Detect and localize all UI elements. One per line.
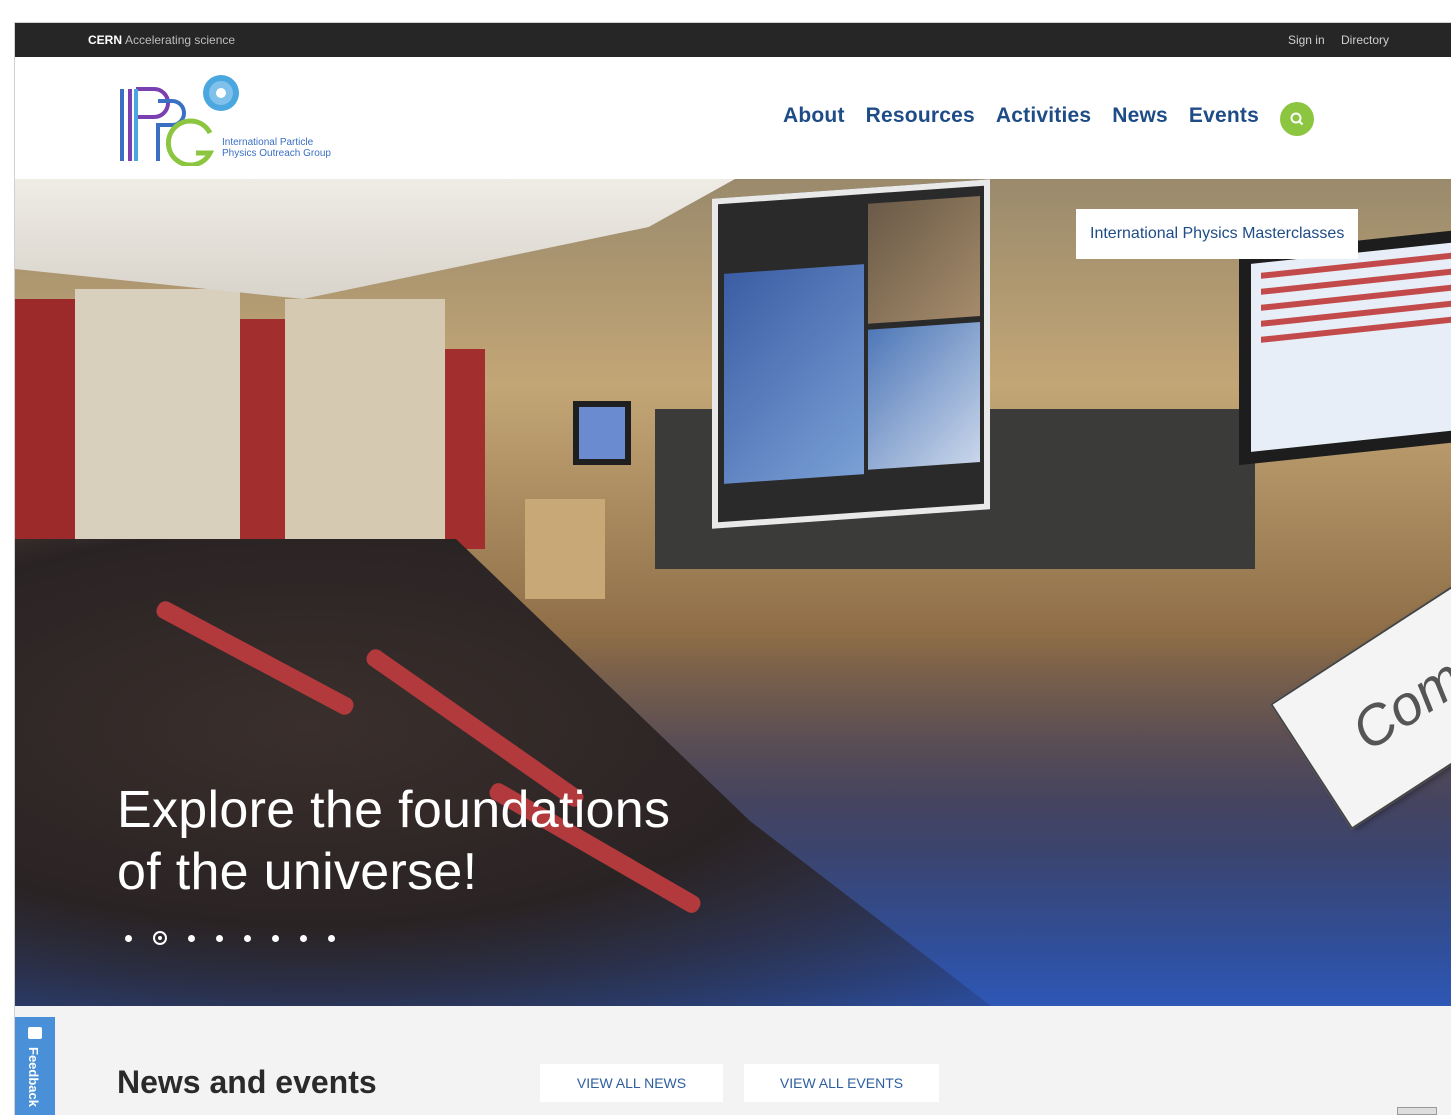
ippog-logo[interactable]: International Particle Physics Outreach … <box>115 71 355 168</box>
coming-soon-text: Comin <box>1340 621 1451 763</box>
photo-podium <box>525 499 605 599</box>
view-all-events-button[interactable]: VIEW ALL EVENTS <box>744 1064 939 1102</box>
monitor-screen <box>1251 240 1451 452</box>
main-nav: About Resources Activities News Events <box>783 104 1259 128</box>
photo-monitor <box>1239 228 1451 466</box>
screen-pane <box>724 264 864 484</box>
nav-about[interactable]: About <box>783 104 845 128</box>
screen-pane <box>868 195 980 324</box>
site-header: International Particle Physics Outreach … <box>15 57 1451 179</box>
feedback-tab[interactable]: Feedback <box>15 1017 55 1115</box>
nav-resources[interactable]: Resources <box>866 104 975 128</box>
logo-line-2: Physics Outreach Group <box>222 148 331 159</box>
photo-wall-red <box>15 299 75 539</box>
photo-wall <box>285 299 445 549</box>
carousel-dot[interactable] <box>328 934 335 942</box>
logo-line-1: International Particle <box>222 137 314 148</box>
search-button[interactable] <box>1280 102 1314 136</box>
hero-title: Explore the foundations of the universe! <box>117 779 670 903</box>
carousel-dot-active[interactable] <box>153 931 167 945</box>
view-all-news-button[interactable]: VIEW ALL NEWS <box>540 1064 723 1102</box>
cern-brand-name: CERN <box>88 33 123 47</box>
hero-banner: International Physics Masterclasses Expl… <box>15 179 1451 1006</box>
carousel-dots <box>125 931 335 945</box>
cern-tagline: Accelerating science <box>125 33 236 47</box>
photo-wall-red <box>240 319 285 539</box>
carousel-dot[interactable] <box>188 934 195 942</box>
nav-news[interactable]: News <box>1112 104 1168 128</box>
nav-activities[interactable]: Activities <box>996 104 1091 128</box>
photo-ceiling <box>15 179 735 299</box>
nav-events[interactable]: Events <box>1189 104 1259 128</box>
cern-top-bar: CERN Accelerating science Sign in Directo… <box>15 23 1451 57</box>
photo-wall <box>75 289 240 549</box>
logo-text: International Particle Physics Outreach … <box>222 137 331 159</box>
photo-projector-screen <box>712 179 990 529</box>
search-icon <box>1290 112 1304 126</box>
cern-corner-badge <box>1397 1107 1437 1115</box>
feedback-icon <box>28 1027 42 1039</box>
cern-links: Sign in Directory <box>1275 33 1389 47</box>
browser-page: CERN Accelerating science Sign in Directo… <box>14 22 1451 1115</box>
cern-brand[interactable]: CERN Accelerating science <box>88 33 235 47</box>
coming-soon-sticker: Comin <box>1270 551 1451 830</box>
feedback-label: Feedback <box>26 1047 41 1107</box>
carousel-dot[interactable] <box>300 934 307 942</box>
directory-link[interactable]: Directory <box>1341 33 1389 47</box>
hero-title-line-1: Explore the foundations <box>117 781 671 839</box>
photo-wall-red <box>445 349 485 549</box>
carousel-dot[interactable] <box>244 934 251 942</box>
seat-row <box>153 598 357 718</box>
carousel-dot[interactable] <box>125 934 132 942</box>
carousel-dot[interactable] <box>216 934 223 942</box>
carousel-dot[interactable] <box>272 934 279 942</box>
hero-tag-link[interactable]: International Physics Masterclasses <box>1076 209 1359 259</box>
screen-pane <box>868 321 980 470</box>
photo-small-tv <box>573 401 631 465</box>
sign-in-link[interactable]: Sign in <box>1288 33 1325 47</box>
news-events-heading: News and events <box>117 1064 377 1100</box>
hero-title-line-2: of the universe! <box>117 843 478 901</box>
